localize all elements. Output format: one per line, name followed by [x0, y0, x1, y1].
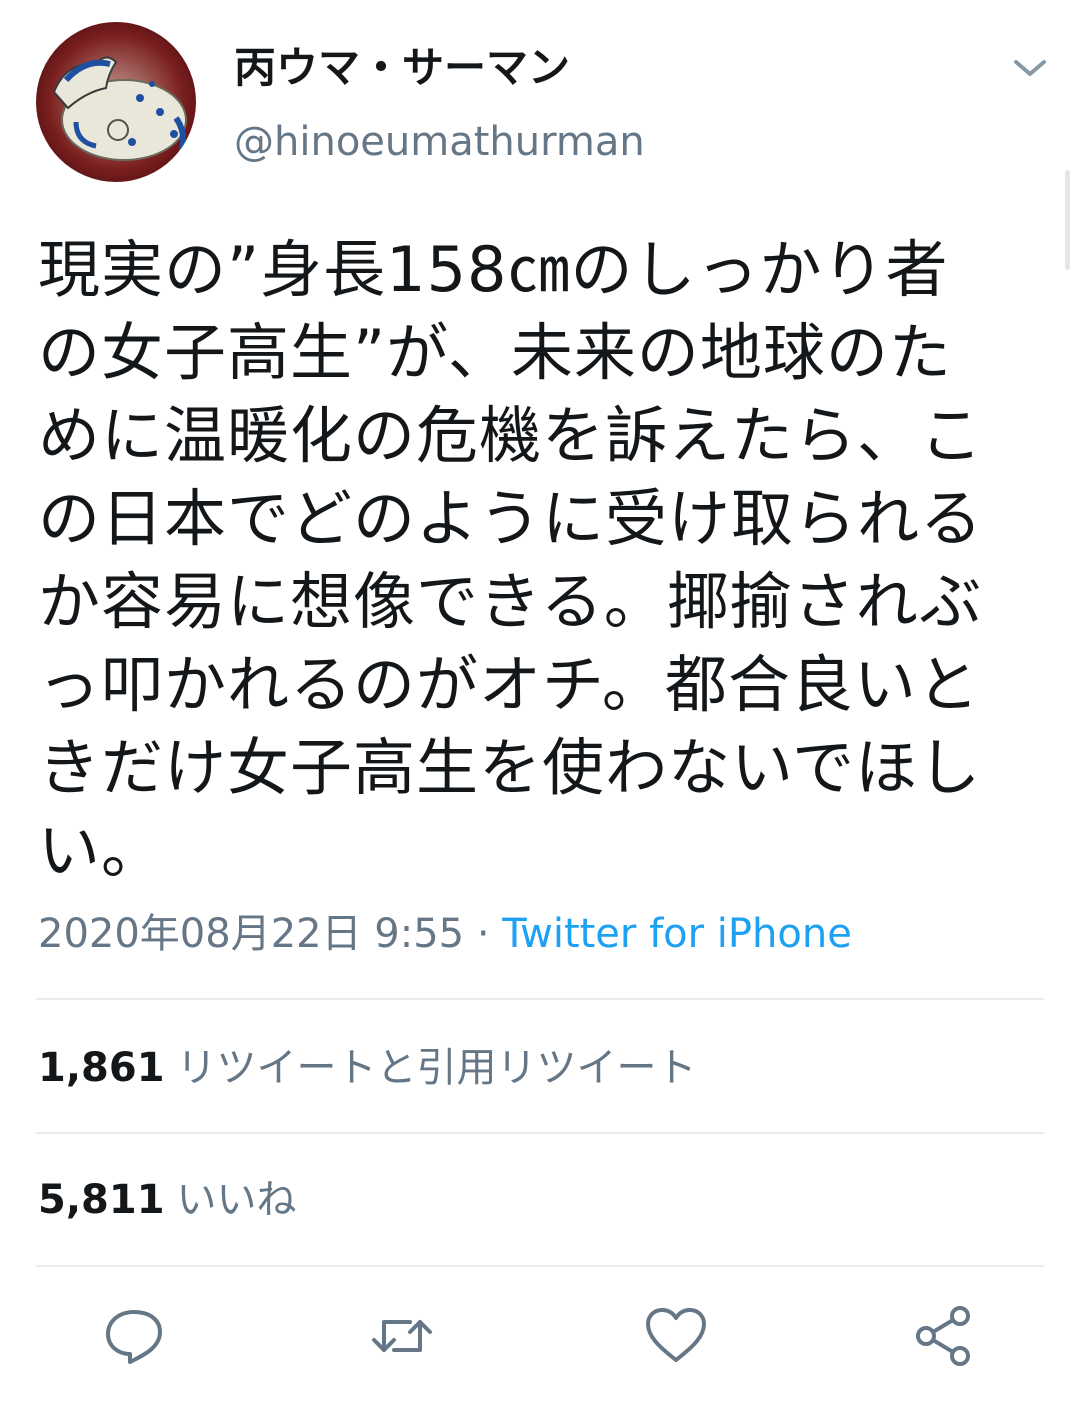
avatar[interactable]	[36, 22, 196, 182]
divider	[36, 998, 1044, 1000]
retweets-stat[interactable]: 1,861 リツイートと引用リツイート	[38, 1042, 697, 1094]
likes-stat[interactable]: 5,811 いいね	[38, 1174, 297, 1226]
like-icon[interactable]	[644, 1304, 708, 1368]
tweet-text-line: か容易に想像できる。揶揄されぶ	[38, 565, 983, 638]
horse-illustration-icon	[36, 22, 196, 182]
tweet-text-line: の日本でどのように受け取られる	[38, 482, 984, 555]
scrollbar[interactable]	[1065, 170, 1070, 270]
user-handle[interactable]: @hinoeumathurman	[234, 116, 645, 168]
tweet-text-line: の女子高生”が、未来の地球のた	[38, 316, 952, 389]
tweet-text-line: きだけ女子高生を使わないでほし	[38, 731, 982, 804]
tweet-text-line: 現実の”身長158㎝のしっかり者	[38, 233, 949, 306]
retweet-icon[interactable]	[370, 1304, 434, 1368]
likes-count: 5,811	[38, 1177, 165, 1223]
likes-label: いいね	[176, 1177, 297, 1223]
display-name[interactable]: 丙ウマ・サーマン	[234, 42, 570, 94]
tweet-meta: 2020年08月22日 9:55 · Twitter for iPhone	[38, 908, 852, 960]
divider	[36, 1265, 1044, 1267]
reply-icon[interactable]	[102, 1304, 166, 1368]
timestamp[interactable]: 2020年08月22日 9:55	[38, 911, 464, 957]
tweet-text-line: い。	[38, 814, 165, 887]
retweets-count: 1,861	[38, 1045, 165, 1091]
source-link[interactable]: Twitter for iPhone	[502, 911, 852, 957]
share-icon[interactable]	[912, 1304, 976, 1368]
tweet-text-line: っ叩かれるのがオチ。都合良いと	[38, 648, 980, 721]
tweet-text: 現実の”身長158㎝のしっかり者 の女子高生”が、未来の地球のた めに温暖化の危…	[38, 228, 1038, 892]
chevron-down-icon[interactable]	[1008, 50, 1052, 86]
retweets-label: リツイートと引用リツイート	[176, 1045, 697, 1091]
meta-separator: ·	[464, 911, 503, 957]
tweet-text-line: めに温暖化の危機を訴えたら、こ	[38, 399, 984, 472]
divider	[36, 1132, 1044, 1134]
